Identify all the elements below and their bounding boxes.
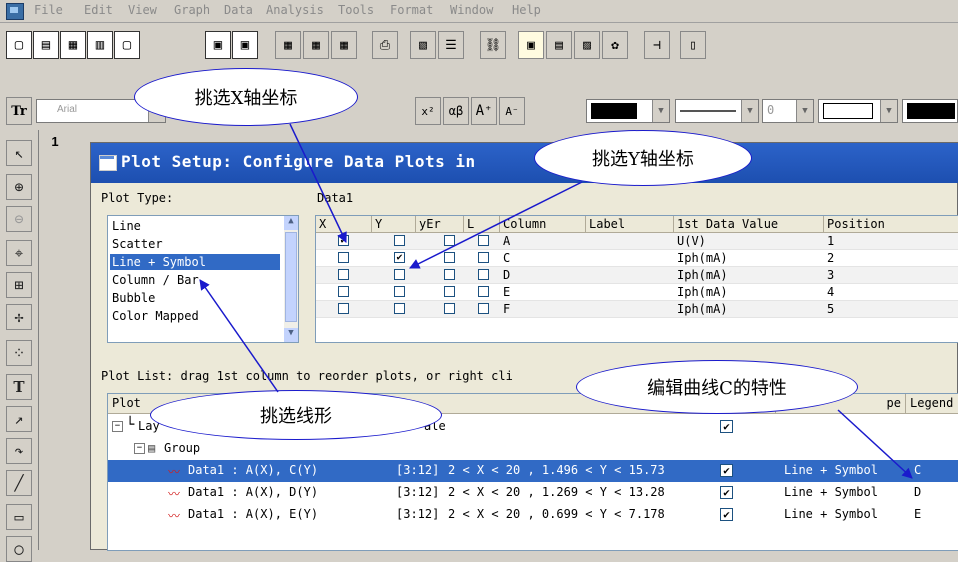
arrow-to-line-symbol <box>199 279 279 393</box>
arrow-to-legend-c <box>837 409 913 479</box>
arrow-to-x-checkbox <box>289 123 347 243</box>
callout-arrows <box>199 123 913 479</box>
arrow-to-y-checkbox <box>409 181 583 269</box>
